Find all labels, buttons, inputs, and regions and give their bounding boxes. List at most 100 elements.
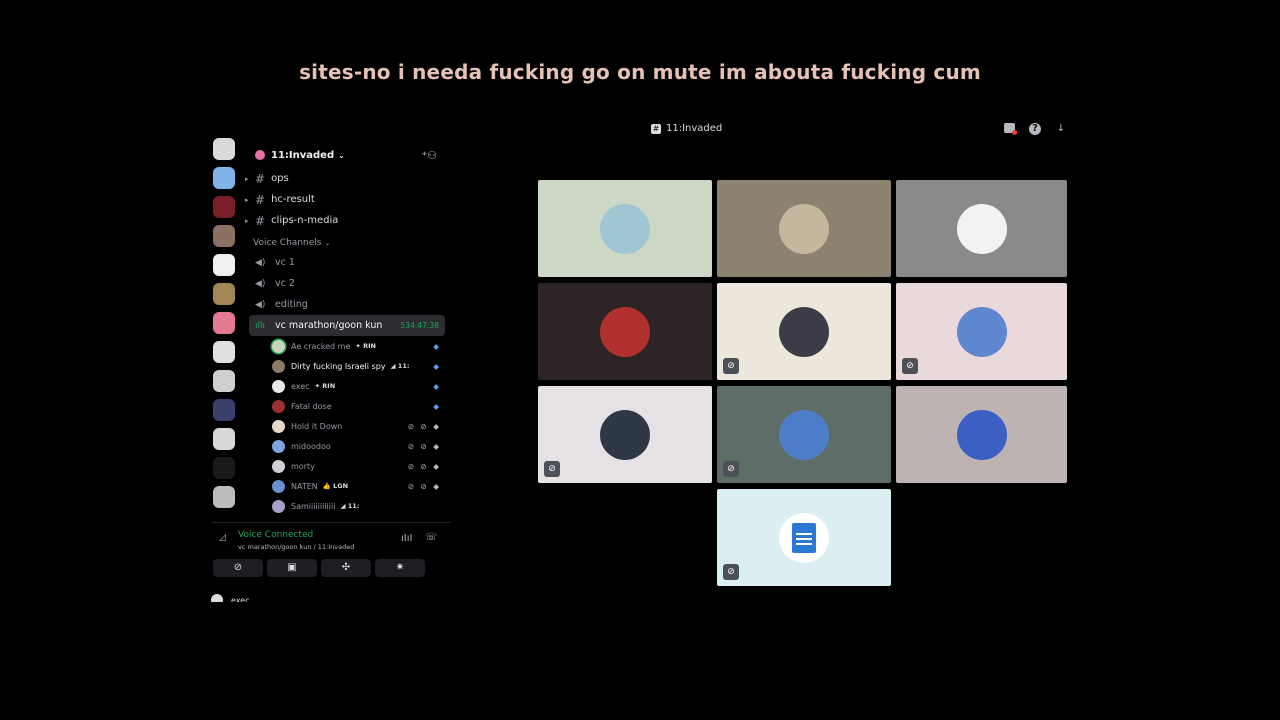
avatar [272,439,285,453]
voice-member[interactable]: Dirty fucking Israeli spy ◢ 11: ◆ [245,356,451,376]
participant-avatar [956,203,1007,254]
participant-tile[interactable] [717,180,891,277]
voice-status: Voice Connected [238,530,314,540]
camera-off-icon: ⊘ [723,564,739,580]
activities-button[interactable]: ✣ [321,559,371,577]
server-icon[interactable] [213,341,235,363]
member-tag: ◢ 11: [340,502,360,510]
chevron-down-icon: ⌄ [338,150,345,160]
server-icon[interactable] [213,399,235,421]
voice-member[interactable]: NATEN 👍 LGN ⊘ ⊘ ◆ [245,476,451,496]
voice-channel-vc-2[interactable]: ◀) vc 2 [245,273,451,294]
noise-suppression-icon[interactable]: ıIıI [401,533,412,544]
speaker-icon: ◀) [255,278,266,289]
voice-category[interactable]: Voice Channels ⌄ [245,234,451,252]
inbox-icon[interactable] [1004,123,1017,135]
server-icon[interactable] [213,254,235,276]
user-panel[interactable]: exec [211,594,250,602]
member-status-icons: ⊘ ⊘ ◆ [407,461,441,471]
member-name: Ae cracked me [291,341,351,351]
disconnect-icon[interactable]: ☏ [425,532,438,543]
member-status-icons: ◆ [433,361,441,371]
voice-channel-label: editing [275,299,308,310]
hash-icon: # [255,192,266,207]
voice-member[interactable]: exec ✦ RIN ◆ [245,376,451,396]
server-icon[interactable] [213,138,235,160]
member-tag: ◢ 11: [390,362,410,370]
signal-icon[interactable]: ◿ [219,533,226,543]
server-icon[interactable] [213,225,235,247]
voice-member[interactable]: Fatal dose ◆ [245,396,451,416]
camera-off-button[interactable]: ⊘ [213,559,263,577]
avatar [211,594,223,602]
help-icon[interactable]: ? [1029,123,1041,135]
avatar [272,359,285,373]
voice-member[interactable]: Samiiiiiiiiiiii ◢ 11: [245,496,451,516]
text-channel-icon: # [651,123,661,134]
hash-icon: # [255,171,266,186]
voice-channel-editing[interactable]: ◀) editing [245,294,451,315]
participant-tile[interactable] [538,283,712,380]
avatar [272,399,285,413]
speaker-icon: ◀) [255,299,266,310]
caret-icon: ▸ [245,195,249,204]
participant-avatar [779,512,829,563]
voice-member[interactable]: Hold it Down ⊘ ⊘ ◆ [245,416,451,436]
voice-member[interactable]: Ae cracked me ✦ RIN ◆ [245,336,451,356]
participant-tile[interactable] [896,386,1067,483]
member-name: Dirty fucking Israeli spy [291,361,386,371]
soundboard-button[interactable]: ✷ [375,559,425,577]
channel-label: hc-result [271,194,315,205]
caret-icon: ▸ [245,174,249,183]
participant-tile[interactable]: ⊘ [538,386,712,483]
member-name: Samiiiiiiiiiiii [291,501,336,511]
member-name: Fatal dose [291,401,332,411]
participant-tile[interactable] [896,180,1067,277]
server-header[interactable]: 11:Invaded ⌄ ⁺⚇ [245,142,451,168]
member-status-icons: ⊘ ⊘ ◆ [407,441,441,451]
participant-tile[interactable]: ⊘ [896,283,1067,380]
avatar [272,459,285,473]
member-name: NATEN [291,481,318,491]
participant-tile[interactable]: ⊘ [717,489,891,586]
participant-tile[interactable]: ⊘ [717,386,891,483]
screen-share-button[interactable]: ▣ [267,559,317,577]
channel-label: ops [271,173,289,184]
server-icon[interactable] [213,486,235,508]
member-name: exec [291,381,310,391]
top-bar: # 11:Invaded ? ↓ [211,118,1069,142]
voice-channel-vc-1[interactable]: ◀) vc 1 [245,252,451,273]
voice-channel-active[interactable]: ıllı vc marathon/goon kun 534:47:38 [249,315,445,336]
hash-icon: # [255,213,266,228]
channel-hc-result[interactable]: ▸ # hc-result [245,189,451,210]
server-icon[interactable] [213,283,235,305]
participant-avatar [956,409,1007,460]
member-status-icons: ◆ [433,381,441,391]
server-icon[interactable] [213,196,235,218]
add-friend-icon[interactable]: ⁺⚇ [421,149,437,162]
server-icon[interactable] [213,457,235,479]
participant-tile[interactable] [538,180,712,277]
participant-avatar [600,409,650,460]
server-icon[interactable] [213,312,235,334]
server-icon[interactable] [213,167,235,189]
speaker-icon: ◀) [255,257,266,268]
avatar [272,479,285,493]
voice-actions: ⊘ ▣ ✣ ✷ [213,559,425,577]
channel-clips-n-media[interactable]: ▸ # clips-n-media [245,210,451,231]
voice-channel-label: vc marathon/goon kun [275,320,383,331]
avatar [272,499,285,513]
participant-tile[interactable]: ⊘ [717,283,891,380]
voice-connection-panel: ◿ Voice Connected vc marathon/goon kun /… [211,522,451,589]
server-icon[interactable] [213,428,235,450]
member-status-icons: ⊘ ⊘ ◆ [407,421,441,431]
voice-member[interactable]: morty ⊘ ⊘ ◆ [245,456,451,476]
video-caption: sites-no i needa fucking go on mute im a… [299,60,981,84]
camera-off-icon: ⊘ [723,461,739,477]
download-icon[interactable]: ↓ [1055,123,1067,135]
voice-member[interactable]: midoodoo ⊘ ⊘ ◆ [245,436,451,456]
voice-channel-label: vc 1 [275,257,295,268]
server-icon[interactable] [213,370,235,392]
channel-ops[interactable]: ▸ # ops [245,168,451,189]
voice-member-list: Ae cracked me ✦ RIN ◆ Dirty fucking Israeli… [245,336,451,516]
